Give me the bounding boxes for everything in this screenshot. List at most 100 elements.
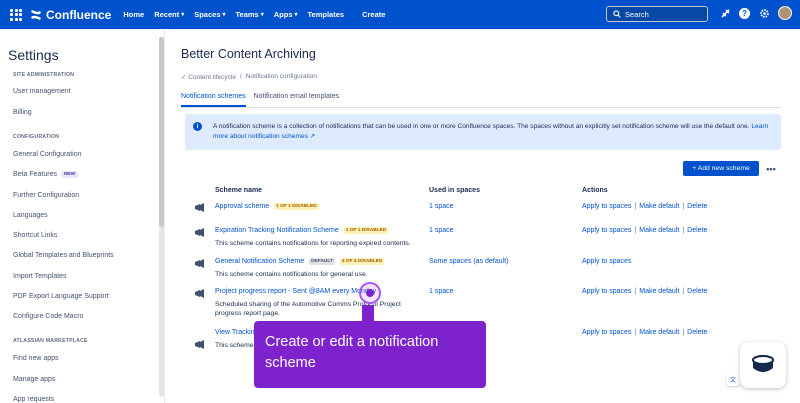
chevron-down-icon: ▾	[181, 12, 185, 18]
nav-home[interactable]: Home	[123, 7, 144, 22]
help-icon[interactable]: ?	[739, 7, 750, 19]
gear-icon[interactable]	[758, 7, 770, 19]
search-input[interactable]: Search	[606, 6, 708, 22]
used-in-spaces-link[interactable]: 1 space	[429, 288, 454, 295]
make-default-link[interactable]: Make default	[639, 329, 679, 336]
breadcrumb-separator: /	[239, 73, 242, 80]
sidebar-item-languages[interactable]: Languages	[13, 212, 48, 219]
scheme-name-link[interactable]: General Notification Scheme	[215, 258, 304, 265]
sidebar-item-billing[interactable]: Billing	[13, 109, 32, 116]
sidebar-item-find-new-apps[interactable]: Find new apps	[13, 355, 59, 362]
nav-apps[interactable]: Apps ▾	[274, 7, 298, 22]
nav-spaces-label: Spaces	[194, 10, 221, 19]
notifications-icon[interactable]	[719, 7, 731, 19]
sidebar-item-label: Beta Features	[13, 171, 57, 178]
sidebar-item-further-configuration[interactable]: Further Configuration	[13, 192, 79, 199]
banner-message: A notification scheme is a collection of…	[213, 123, 750, 130]
megaphone-icon	[195, 259, 204, 268]
guide-tooltip: Create or edit a notification scheme	[254, 321, 486, 388]
avatar[interactable]	[778, 6, 792, 20]
row-actions: Apply to spaces | Make default | Delete	[582, 203, 708, 210]
banner-text: A notification scheme is a collection of…	[213, 122, 773, 141]
translate-icon[interactable]: 文	[726, 372, 740, 386]
row-actions: Apply to spaces | Make default | Delete	[582, 329, 708, 336]
sidebar-item-app-requests[interactable]: App requests	[13, 396, 54, 403]
stack-icon	[752, 355, 774, 372]
search-icon	[613, 10, 621, 18]
nav-apps-label: Apps	[273, 10, 293, 19]
apply-to-spaces-link[interactable]: Apply to spaces	[582, 227, 631, 234]
more-actions-button[interactable]: •••	[763, 161, 779, 176]
scheme-name-link[interactable]: Project progress report - Sent @8AM ever…	[215, 288, 376, 295]
scheme-description: This scheme contains notifications for r…	[215, 240, 411, 247]
app-switcher-icon[interactable]	[10, 8, 22, 21]
section-heading-site-administration: SITE ADMINISTRATION	[13, 72, 75, 78]
breadcrumb-content-lifecycle[interactable]: ✓ Content lifecycle	[181, 73, 236, 81]
sidebar-item-pdf-export-language[interactable]: PDF Export Language Support	[13, 293, 109, 300]
section-heading-configuration: CONFIGURATION	[13, 134, 60, 140]
used-in-spaces-link[interactable]: 1 space	[429, 203, 454, 210]
scheme-name-link[interactable]: Approval scheme	[215, 203, 269, 210]
sidebar-item-global-templates[interactable]: Global Templates and Blueprints	[13, 252, 114, 259]
scheme-name-link[interactable]: View Tracking	[215, 329, 258, 336]
delete-link[interactable]: Delete	[687, 227, 707, 234]
default-badge: DEFAULT	[309, 258, 335, 265]
nav-spaces[interactable]: Spaces ▾	[194, 7, 225, 22]
sidebar-item-user-management[interactable]: User management	[13, 88, 71, 95]
row-actions: Apply to spaces | Make default | Delete	[582, 227, 708, 234]
cursor-dot	[366, 289, 374, 297]
tooltip-pointer	[362, 305, 374, 322]
scheme-name-link[interactable]: Expiration Tracking Notification Scheme	[215, 227, 339, 234]
column-header-used-in-spaces: Used in spaces	[429, 187, 480, 194]
table-row: Approval scheme 1 OF 1 DISABLED	[215, 203, 319, 210]
nav-home-label: Home	[123, 10, 145, 19]
external-link-icon: ↗	[309, 132, 316, 140]
used-in-spaces-link[interactable]: Some spaces (as default)	[429, 258, 508, 265]
top-navigation: Confluence Home Recent ▾ Spaces ▾ Teams ▾ A…	[0, 0, 800, 29]
sidebar-item-beta-features[interactable]: Beta Features NEW	[13, 171, 79, 178]
apply-to-spaces-link[interactable]: Apply to spaces	[582, 329, 631, 336]
search-placeholder: Search	[625, 9, 649, 19]
nav-recent[interactable]: Recent ▾	[154, 7, 184, 22]
megaphone-icon	[195, 289, 204, 298]
confluence-icon	[31, 9, 41, 20]
column-header-scheme-name: Scheme name	[215, 187, 263, 194]
sidebar-item-manage-apps[interactable]: Manage apps	[13, 376, 55, 383]
used-in-spaces-link[interactable]: 1 space	[429, 227, 454, 234]
apply-to-spaces-link[interactable]: Apply to spaces	[582, 203, 631, 210]
scheme-description: This scheme contains notifications for g…	[215, 271, 368, 278]
add-new-scheme-button[interactable]: + Add new scheme	[683, 161, 759, 176]
create-button[interactable]: Create	[356, 7, 391, 22]
make-default-link[interactable]: Make default	[639, 203, 679, 210]
chevron-down-icon: ▾	[222, 12, 226, 18]
table-row: View Tracking	[215, 329, 258, 336]
sidebar-item-import-templates[interactable]: Import Templates	[13, 273, 67, 280]
megaphone-icon	[195, 228, 204, 237]
row-actions: Apply to spaces	[582, 258, 631, 265]
check-icon: ✓	[181, 74, 187, 81]
apply-to-spaces-link[interactable]: Apply to spaces	[582, 288, 631, 295]
make-default-link[interactable]: Make default	[639, 227, 679, 234]
sidebar-item-shortcut-links[interactable]: Shortcut Links	[13, 232, 57, 239]
info-icon: i	[193, 122, 202, 131]
sidebar-scrollbar[interactable]	[159, 37, 164, 397]
tab-notification-email-templates[interactable]: Notification email templates	[254, 93, 340, 107]
info-banner: i A notification scheme is a collection …	[185, 114, 781, 150]
delete-link[interactable]: Delete	[687, 288, 707, 295]
new-badge: NEW	[60, 171, 79, 178]
nav-templates[interactable]: Templates	[308, 7, 345, 22]
make-default-link[interactable]: Make default	[639, 288, 679, 295]
tab-notification-schemes[interactable]: Notification schemes	[181, 93, 246, 107]
sidebar-item-general-configuration[interactable]: General Configuration	[13, 151, 82, 158]
apply-to-spaces-link[interactable]: Apply to spaces	[582, 258, 631, 265]
page-title: Better Content Archiving	[181, 47, 316, 61]
nav-teams[interactable]: Teams ▾	[236, 7, 264, 22]
help-widget-button[interactable]	[740, 342, 786, 388]
table-row: Expiration Tracking Notification Scheme …	[215, 227, 389, 234]
sidebar-item-configure-code-macro[interactable]: Configure Code Macro	[13, 313, 83, 320]
delete-link[interactable]: Delete	[687, 203, 707, 210]
chevron-down-icon: ▾	[260, 12, 264, 18]
confluence-logo[interactable]: Confluence	[30, 8, 111, 22]
breadcrumb-notification-configuration[interactable]: Notification configuration	[246, 73, 317, 81]
delete-link[interactable]: Delete	[687, 329, 707, 336]
